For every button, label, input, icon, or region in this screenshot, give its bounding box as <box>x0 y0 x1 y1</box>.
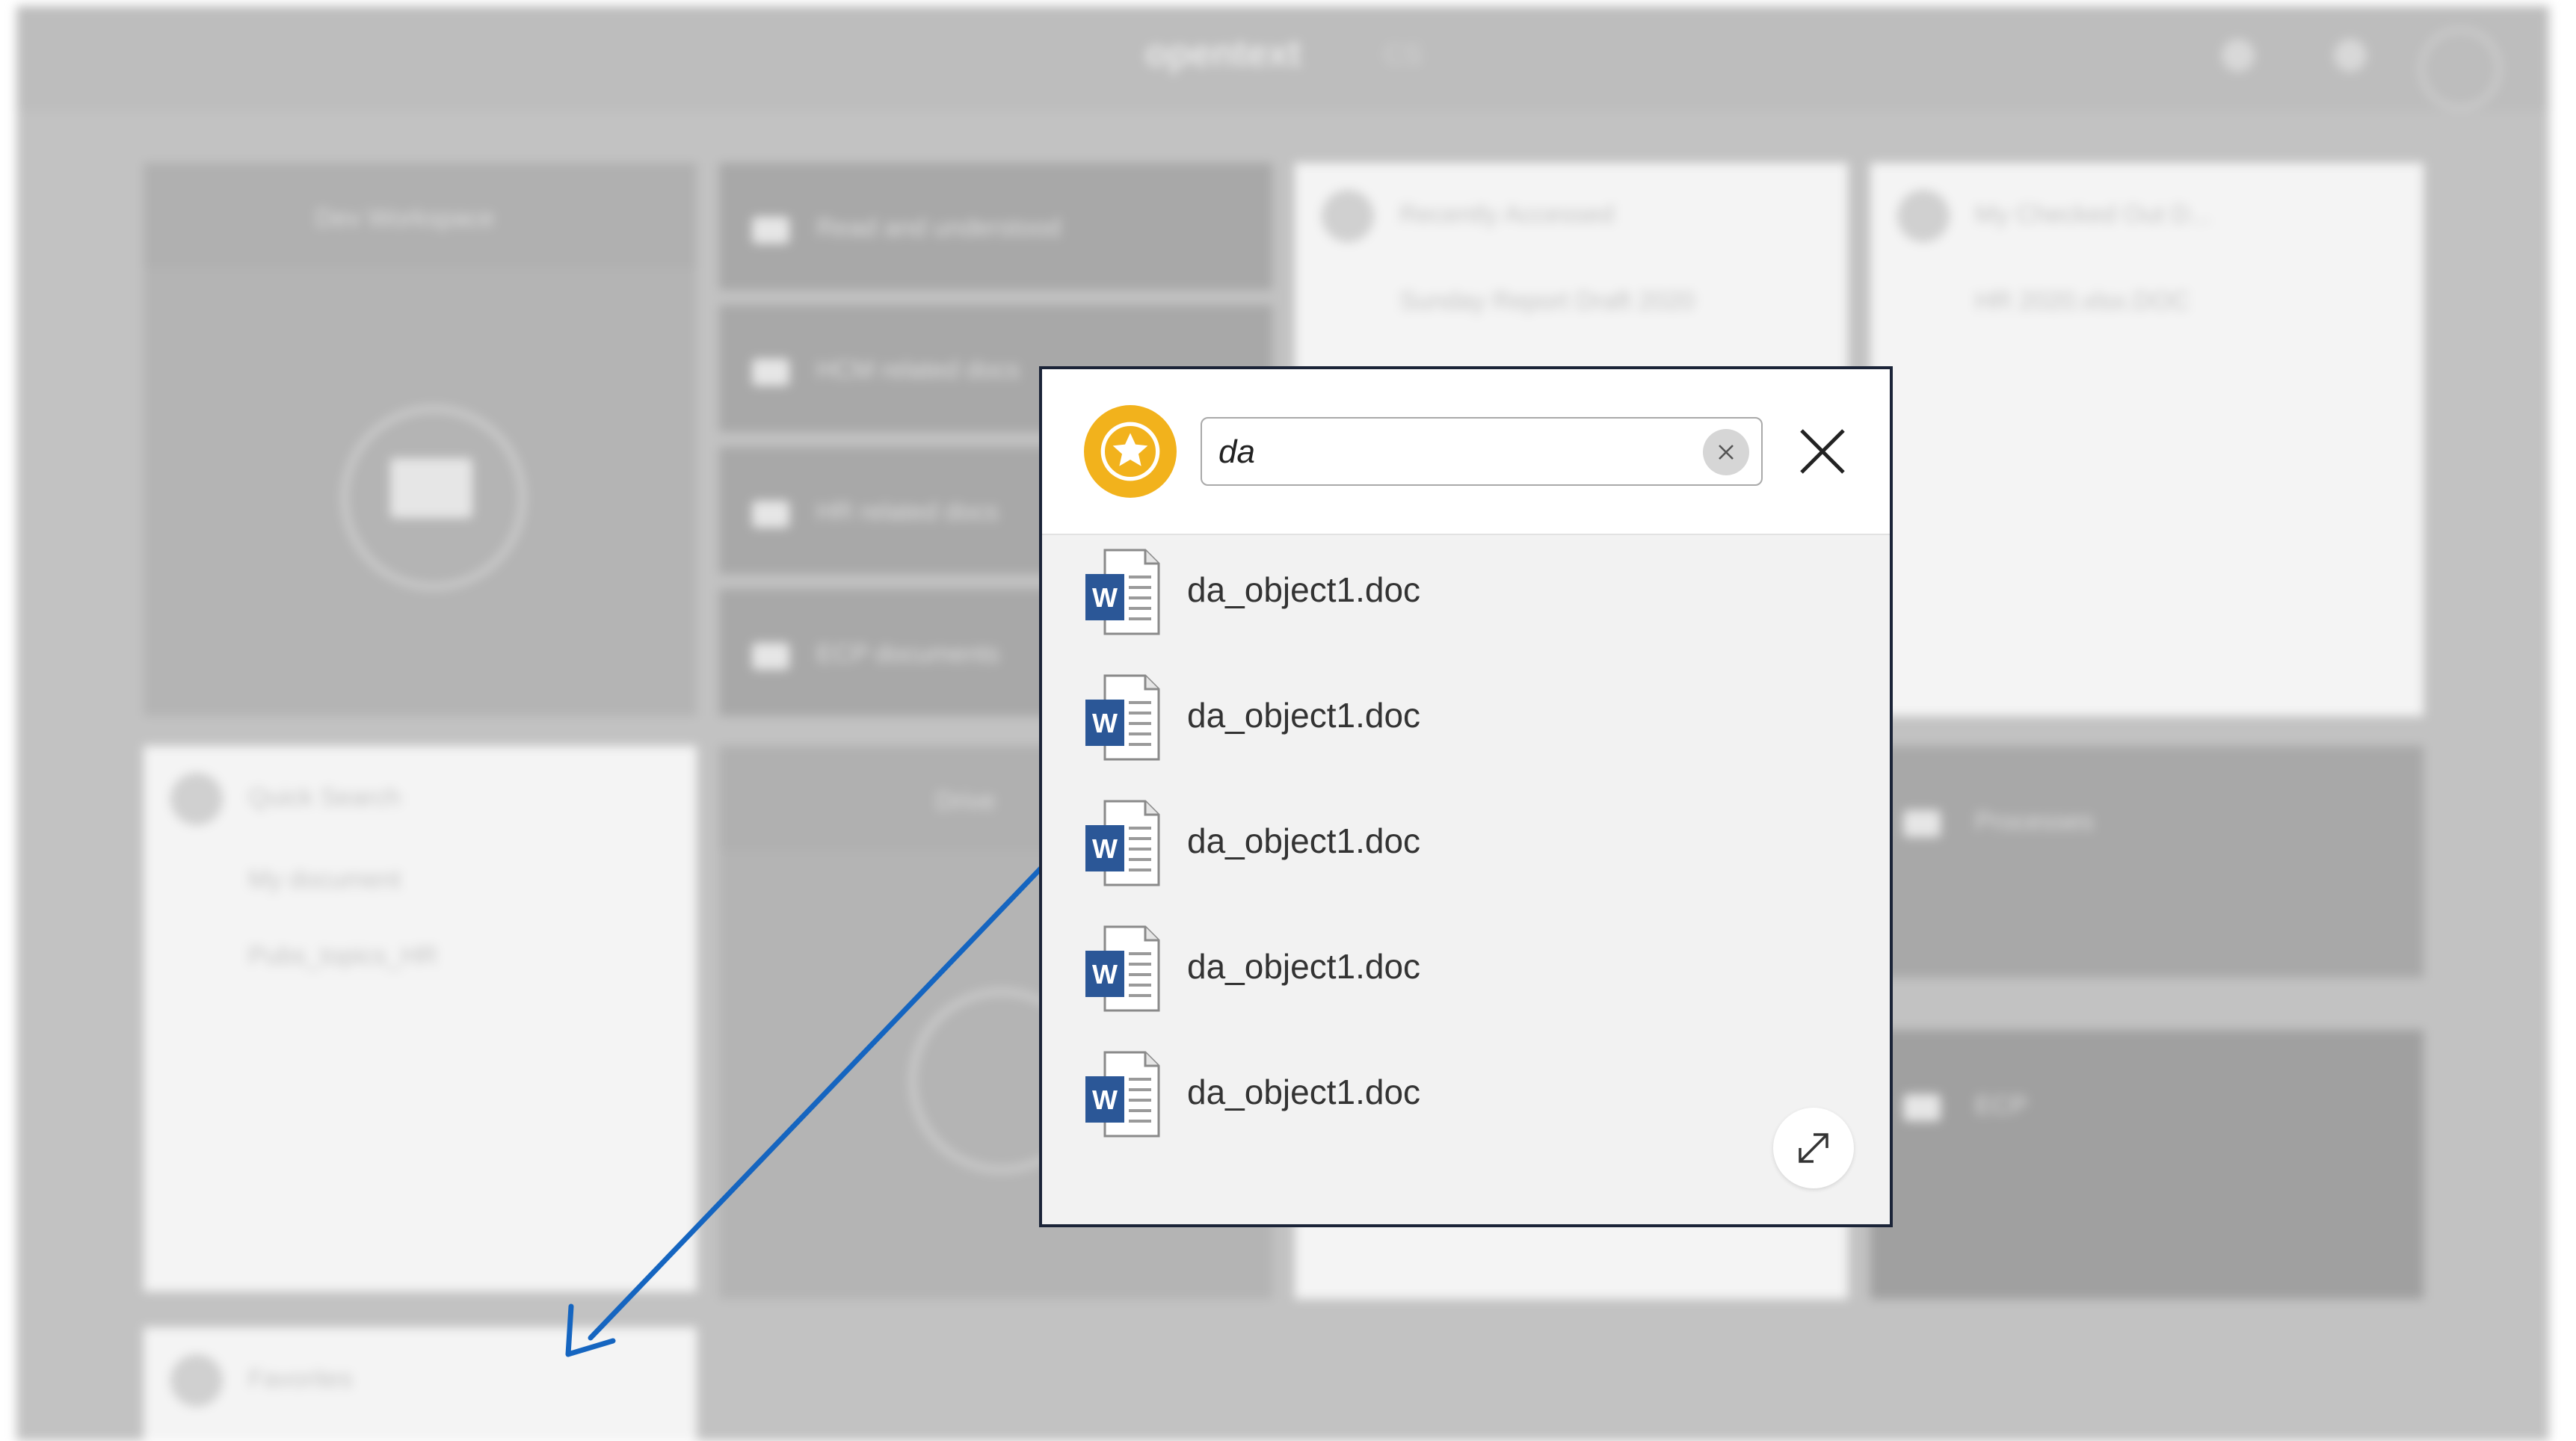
favorites-title: Favorites <box>248 1365 353 1393</box>
word-doc-icon: W <box>1084 798 1162 888</box>
result-name: da_object1.doc <box>1187 570 1421 609</box>
svg-text:W: W <box>1092 1084 1118 1115</box>
list-item[interactable]: W da_object1.doc <box>1042 912 1890 1024</box>
star-icon <box>1084 405 1177 498</box>
word-doc-icon: W <box>1084 1049 1162 1139</box>
search-box <box>1201 417 1763 486</box>
result-name: da_object1.doc <box>1187 1073 1421 1111</box>
svg-text:W: W <box>1092 833 1118 864</box>
result-name: da_object1.doc <box>1187 696 1421 735</box>
list-item[interactable]: W da_object1.doc <box>1042 661 1890 773</box>
clear-x-icon[interactable] <box>1703 429 1749 475</box>
word-doc-icon: W <box>1084 924 1162 1013</box>
svg-text:W: W <box>1092 959 1118 990</box>
search-input[interactable] <box>1217 429 1698 475</box>
result-name: da_object1.doc <box>1187 821 1421 860</box>
search-icon <box>2222 39 2255 72</box>
close-icon[interactable] <box>1794 423 1851 480</box>
brand-sub: CS <box>1384 39 1423 70</box>
svg-text:W: W <box>1092 708 1118 738</box>
list-item[interactable]: W da_object1.doc <box>1042 1037 1890 1150</box>
quick-search-tile: Quick Search My document Pubs_topics_HR <box>144 746 697 1292</box>
avatar <box>2420 28 2500 109</box>
checked-out-tile: My Checked Out D... HR 2020.xlsx.DOC <box>1870 163 2424 716</box>
brand-logo: opentext <box>1145 32 1301 74</box>
favorites-tile: Favorites <box>144 1327 697 1441</box>
popup-header <box>1042 369 1890 535</box>
result-name: da_object1.doc <box>1187 947 1421 986</box>
list-item[interactable]: W da_object1.doc <box>1042 786 1890 898</box>
word-doc-icon: W <box>1084 673 1162 762</box>
favorites-popup: W da_object1.doc W da_object1.d <box>1039 366 1893 1227</box>
quick-search-title: Quick Search <box>248 783 401 812</box>
svg-text:W: W <box>1092 582 1118 613</box>
workspace-tile: Dev Workspace <box>144 163 697 716</box>
workspace-title: Dev Workspace <box>315 204 495 232</box>
word-doc-icon: W <box>1084 547 1162 637</box>
notification-icon <box>2334 39 2367 72</box>
expand-icon[interactable] <box>1773 1108 1854 1188</box>
folder-icon <box>390 458 472 518</box>
list-item[interactable]: W da_object1.doc <box>1042 535 1890 647</box>
